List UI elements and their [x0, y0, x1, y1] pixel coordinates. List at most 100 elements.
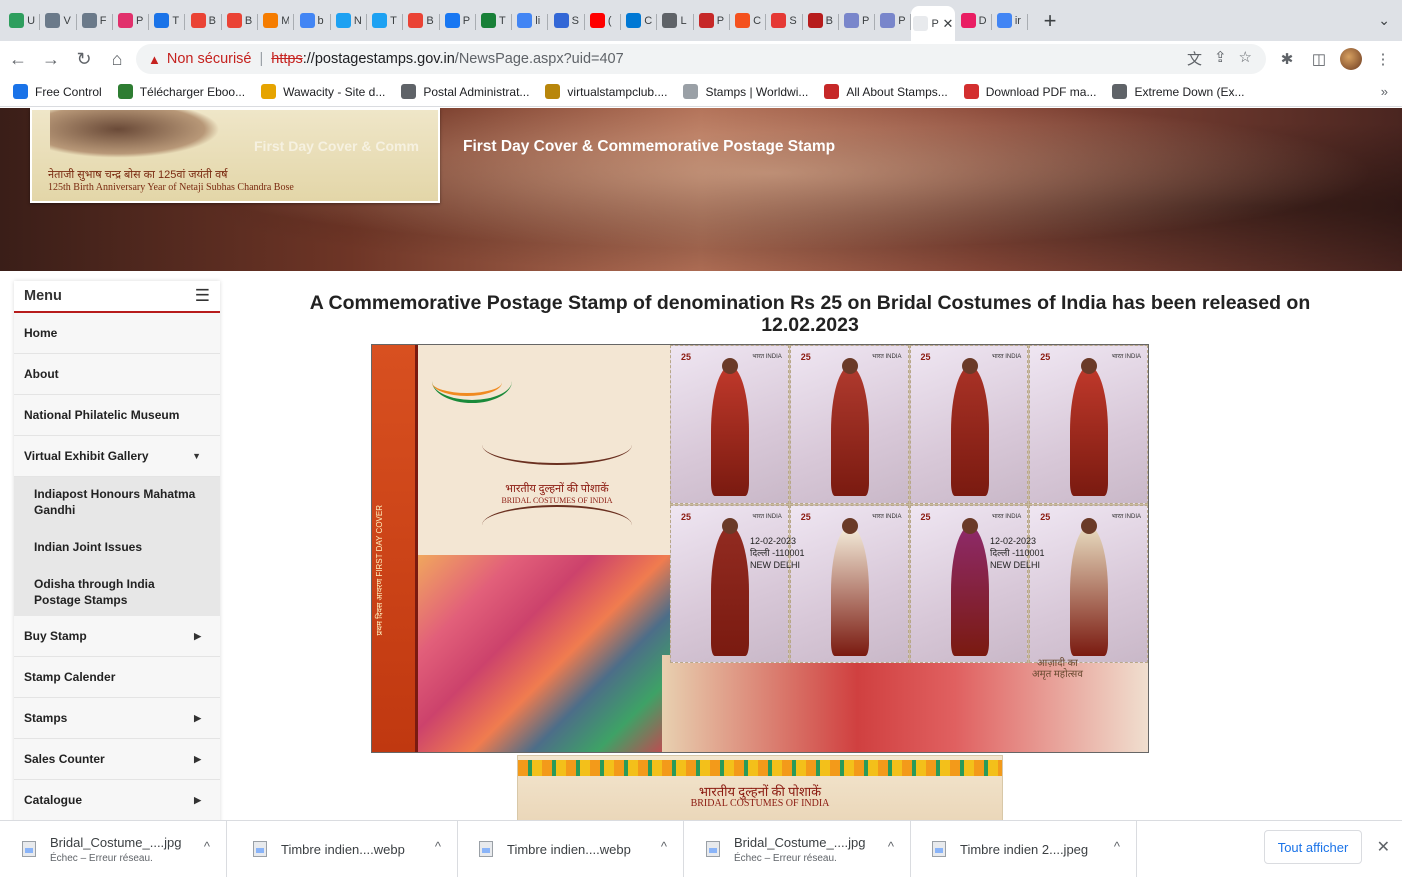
hamburger-icon[interactable]: ☰	[195, 286, 210, 306]
tab-favicon-icon	[589, 13, 605, 28]
browser-tab[interactable]: T	[367, 4, 404, 38]
side-panel-icon[interactable]: ◫	[1308, 44, 1330, 74]
bookmark-item[interactable]: Postal Administrat...	[401, 84, 529, 99]
close-downloads-icon[interactable]: ✕	[1377, 837, 1390, 857]
tab-close-icon[interactable]: ✕	[942, 16, 953, 32]
browser-tab[interactable]: P	[839, 4, 876, 38]
bookmark-item[interactable]: All About Stamps...	[824, 84, 948, 99]
browser-tab[interactable]: P	[113, 4, 150, 38]
chevron-up-icon[interactable]: ^	[204, 839, 210, 854]
browser-tab[interactable]: T	[476, 4, 513, 38]
bookmark-item[interactable]: Extreme Down (Ex...	[1112, 84, 1245, 99]
band-text: प्रथम दिवस आवरण FIRST DAY COVER	[375, 505, 384, 636]
browser-tab[interactable]: U	[4, 4, 41, 38]
tab-title: C	[644, 14, 653, 27]
bookmark-item[interactable]: virtualstampclub....	[545, 84, 667, 99]
browser-tab[interactable]: C	[621, 4, 658, 38]
browser-tab[interactable]: V	[40, 4, 77, 38]
bookmark-item[interactable]: Stamps | Worldwi...	[683, 84, 808, 99]
menu-item[interactable]: Home	[14, 313, 220, 354]
show-all-downloads-button[interactable]: Tout afficher	[1264, 830, 1362, 864]
browser-tab[interactable]: C	[730, 4, 767, 38]
browser-tab[interactable]: S	[548, 4, 586, 38]
tab-title: S	[789, 14, 797, 27]
reload-button[interactable]: ↻	[69, 44, 99, 74]
hero-title: First Day Cover & Commemorative Postage …	[463, 138, 836, 155]
browser-menu-icon[interactable]: ⋮	[1372, 44, 1394, 74]
browser-tab[interactable]: B	[185, 4, 223, 38]
tab-favicon-icon	[517, 13, 533, 28]
browser-tab[interactable]: T	[149, 4, 186, 38]
browser-tab[interactable]: B	[222, 4, 259, 38]
back-button[interactable]: ←	[3, 44, 33, 74]
chevron-up-icon[interactable]: ^	[661, 839, 667, 854]
menu-item[interactable]: Stamp Calender	[14, 657, 220, 698]
browser-tab[interactable]: N	[331, 4, 368, 38]
browser-tab[interactable]: li	[512, 4, 549, 38]
stamp-country: भारत INDIA	[1111, 354, 1141, 360]
stamp-country: भारत INDIA	[1111, 513, 1141, 520]
address-bar[interactable]: ▲ Non sécurisé | https://postagestamps.g…	[136, 44, 1266, 74]
submenu-item[interactable]: Indian Joint Issues	[14, 526, 220, 567]
chevron-up-icon[interactable]: ^	[888, 839, 894, 854]
browser-tab[interactable]: P	[440, 4, 477, 38]
browser-tab[interactable]: B	[403, 4, 440, 38]
menu-item[interactable]: About	[14, 354, 220, 395]
browser-tab[interactable]: S	[766, 4, 803, 38]
hero-faded-title: First Day Cover & Comm	[254, 138, 419, 154]
download-status: Échec – Erreur réseau.	[50, 852, 153, 864]
new-tab-button[interactable]: +	[1036, 7, 1064, 35]
caret-icon: ▶	[194, 712, 201, 723]
download-item[interactable]: Bridal_Costume_....jpg Échec – Erreur rés…	[0, 821, 227, 877]
bookmarks-overflow-icon[interactable]: »	[1381, 84, 1388, 99]
submenu-item[interactable]: Odisha through India Postage Stamps	[14, 567, 220, 616]
tab-search-icon[interactable]: ⌄	[1378, 12, 1390, 29]
download-item[interactable]: Timbre indien 2....jpeg ^	[910, 821, 1137, 877]
tab-title: S	[571, 14, 579, 27]
stamp-value: 25	[800, 352, 811, 362]
chevron-up-icon[interactable]: ^	[1114, 839, 1120, 854]
download-item[interactable]: Timbre indien....webp ^	[457, 821, 684, 877]
browser-tab[interactable]: B	[803, 4, 840, 38]
menu-item[interactable]: Buy Stamp ▶	[14, 616, 220, 657]
bookmark-item[interactable]: Download PDF ma...	[963, 84, 1096, 99]
tab-favicon-icon	[913, 16, 929, 31]
download-item[interactable]: Timbre indien....webp ^	[231, 821, 458, 877]
browser-tab[interactable]: M	[258, 4, 295, 38]
stamp-value: 25	[681, 352, 692, 362]
browser-tab[interactable]: L	[657, 4, 694, 38]
browser-tab-active[interactable]: Pc✕	[911, 6, 956, 41]
download-status: Échec – Erreur réseau.	[734, 852, 837, 864]
browser-tab[interactable]: P	[694, 4, 731, 38]
home-button[interactable]: ⌂	[102, 44, 132, 74]
chevron-up-icon[interactable]: ^	[435, 839, 441, 854]
menu-item[interactable]: National Philatelic Museum	[14, 395, 220, 436]
browser-tab[interactable]: D	[955, 4, 993, 38]
tab-title: D	[978, 14, 987, 27]
browser-tab[interactable]: (	[585, 4, 622, 38]
security-label[interactable]: Non sécurisé	[167, 51, 252, 67]
share-icon[interactable]: ⇪	[1214, 48, 1227, 69]
browser-tab[interactable]: b	[294, 4, 331, 38]
menu-item[interactable]: Stamps ▶	[14, 698, 220, 739]
download-item[interactable]: Bridal_Costume_....jpg Échec – Erreur rés…	[684, 821, 911, 877]
profile-avatar[interactable]	[1340, 48, 1362, 70]
url-path: /NewsPage.aspx?uid=407	[454, 51, 624, 67]
browser-tab[interactable]: P	[875, 4, 912, 38]
menu-item[interactable]: Virtual Exhibit Gallery ▼	[14, 436, 220, 477]
menu-item[interactable]: Sales Counter ▶	[14, 739, 220, 780]
forward-button[interactable]: →	[36, 44, 66, 74]
bookmark-item[interactable]: Free Control	[13, 84, 102, 99]
menu-item[interactable]: Catalogue ▶	[14, 780, 220, 820]
star-icon[interactable]: ☆	[1239, 48, 1252, 69]
bookmark-label: virtualstampclub....	[567, 84, 668, 99]
bookmark-item[interactable]: Wawacity - Site d...	[261, 84, 385, 99]
translate-icon[interactable]: 文	[1187, 48, 1202, 69]
bookmark-item[interactable]: Télécharger Eboo...	[117, 84, 245, 99]
browser-tab[interactable]: ir	[992, 4, 1029, 38]
download-filename: Timbre indien 2....jpeg	[960, 841, 1089, 857]
browser-tab[interactable]: F	[77, 4, 114, 38]
stamp: 25 भारत INDIA	[670, 345, 789, 504]
extensions-icon[interactable]: ✱	[1276, 44, 1298, 74]
submenu-item[interactable]: Indiapost Honours Mahatma Gandhi	[14, 477, 220, 526]
